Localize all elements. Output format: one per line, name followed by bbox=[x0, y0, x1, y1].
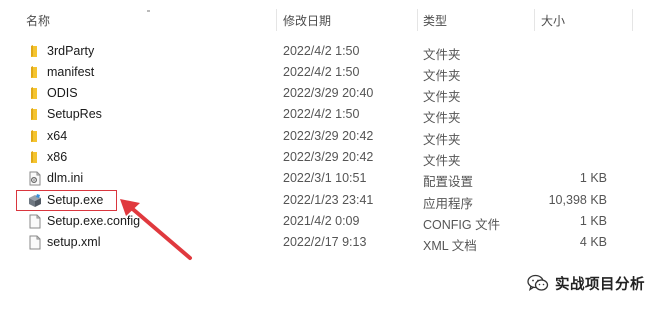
file-type: CONFIG 文件 bbox=[423, 218, 501, 232]
highlight-box bbox=[16, 190, 117, 211]
file-type: 文件夹 bbox=[423, 69, 461, 83]
file-name: ODIS bbox=[47, 86, 78, 100]
file-icon bbox=[29, 235, 41, 250]
file-date: 2022/2/17 9:13 bbox=[283, 235, 367, 249]
file-name: dlm.ini bbox=[47, 171, 84, 185]
annotation-arrow bbox=[120, 199, 192, 260]
file-size: 10,398 KB bbox=[548, 193, 607, 207]
file-name: setup.xml bbox=[47, 235, 101, 249]
folder-icon bbox=[31, 66, 37, 78]
file-date: 2022/3/29 20:42 bbox=[283, 150, 374, 164]
column-header-date[interactable]: 修改日期 bbox=[283, 12, 331, 29]
file-row-setupres[interactable]: SetupRes 2022/4/2 1:50 文件夹 bbox=[0, 104, 672, 125]
column-divider[interactable] bbox=[417, 9, 418, 31]
file-size: 4 KB bbox=[579, 235, 607, 249]
column-header-size[interactable]: 大小 bbox=[541, 12, 565, 29]
file-row-setup-xml[interactable]: setup.xml 2022/2/17 9:13 XML 文档 4 KB bbox=[0, 232, 672, 253]
watermark: 实战项目分析 bbox=[527, 272, 645, 294]
file-date: 2022/1/23 23:41 bbox=[283, 193, 374, 207]
file-date: 2022/4/2 1:50 bbox=[283, 65, 360, 79]
folder-icon bbox=[31, 130, 37, 142]
folder-icon bbox=[31, 45, 37, 57]
file-row-3rdparty[interactable]: 3rdParty 2022/4/2 1:50 文件夹 bbox=[0, 41, 672, 62]
header-speck bbox=[147, 10, 150, 12]
file-row-x64[interactable]: x64 2022/3/29 20:42 文件夹 bbox=[0, 126, 672, 147]
file-size: 1 KB bbox=[579, 171, 607, 185]
file-date: 2022/3/29 20:40 bbox=[283, 86, 374, 100]
file-row-odis[interactable]: ODIS 2022/3/29 20:40 文件夹 bbox=[0, 83, 672, 104]
folder-icon bbox=[31, 87, 37, 99]
file-date: 2022/4/2 1:50 bbox=[283, 107, 360, 121]
file-date: 2022/3/1 10:51 bbox=[283, 171, 367, 185]
file-name: SetupRes bbox=[47, 107, 102, 121]
file-type: 文件夹 bbox=[423, 90, 461, 104]
column-header-name[interactable]: 名称 bbox=[26, 12, 50, 29]
folder-icon bbox=[31, 108, 37, 120]
file-type: 文件夹 bbox=[423, 133, 461, 147]
column-header-bar: 名称 修改日期 类型 大小 bbox=[0, 0, 672, 38]
file-icon bbox=[29, 214, 41, 229]
column-header-type[interactable]: 类型 bbox=[423, 12, 447, 29]
file-name: x86 bbox=[47, 150, 68, 164]
file-name: x64 bbox=[47, 129, 68, 143]
column-divider[interactable] bbox=[632, 9, 633, 31]
file-date: 2022/3/29 20:42 bbox=[283, 129, 374, 143]
file-row-dlm-ini[interactable]: dlm.ini 2022/3/1 10:51 配置设置 1 KB bbox=[0, 168, 672, 189]
file-row-setup-exe-config[interactable]: Setup.exe.config 2021/4/2 0:09 CONFIG 文件… bbox=[0, 211, 672, 232]
file-name: 3rdParty bbox=[47, 44, 95, 58]
file-row-manifest[interactable]: manifest 2022/4/2 1:50 文件夹 bbox=[0, 62, 672, 83]
file-row-x86[interactable]: x86 2022/3/29 20:42 文件夹 bbox=[0, 147, 672, 168]
watermark-text: 实战项目分析 bbox=[555, 276, 645, 293]
folder-icon bbox=[31, 151, 37, 163]
wechat-icon bbox=[527, 274, 549, 291]
file-size: 1 KB bbox=[579, 214, 607, 228]
file-type: XML 文档 bbox=[423, 239, 477, 253]
file-type: 配置设置 bbox=[423, 175, 474, 189]
ini-file-icon bbox=[29, 171, 41, 186]
file-type: 文件夹 bbox=[423, 154, 461, 168]
column-divider[interactable] bbox=[534, 9, 535, 31]
column-divider[interactable] bbox=[276, 9, 277, 31]
file-type: 应用程序 bbox=[423, 197, 474, 211]
file-type: 文件夹 bbox=[423, 48, 461, 62]
file-date: 2021/4/2 0:09 bbox=[283, 214, 360, 228]
file-type: 文件夹 bbox=[423, 111, 461, 125]
file-date: 2022/4/2 1:50 bbox=[283, 44, 360, 58]
file-name: manifest bbox=[47, 65, 95, 79]
